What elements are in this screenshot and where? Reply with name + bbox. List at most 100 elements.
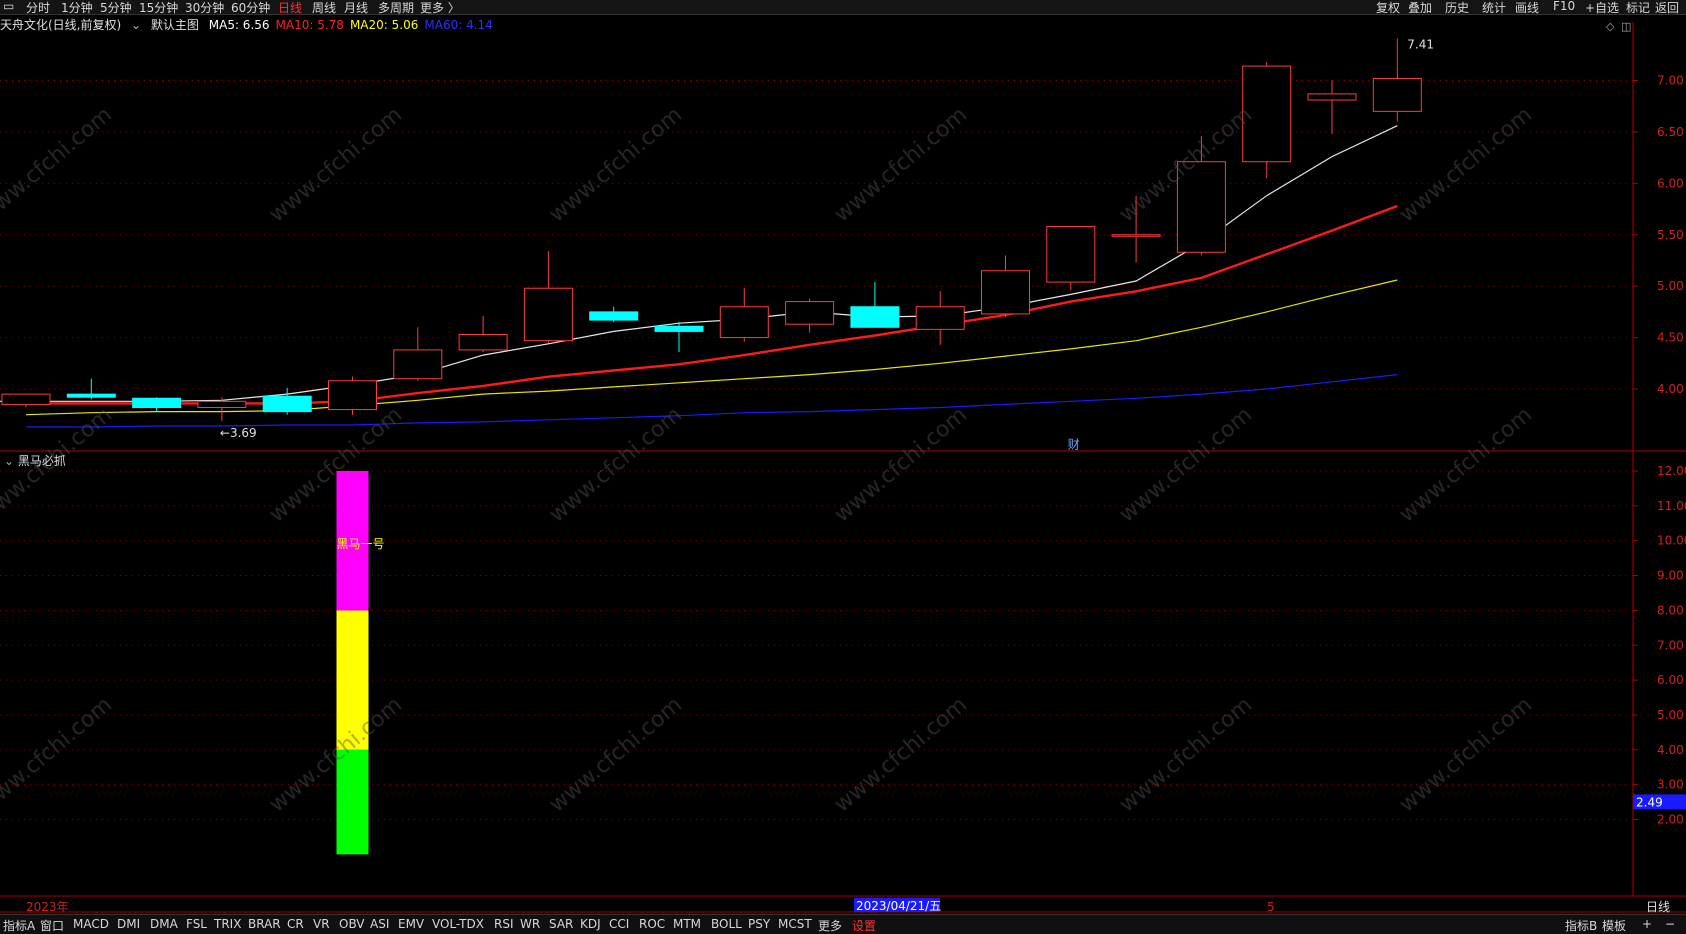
indicator-tab[interactable]: MTM <box>673 917 701 931</box>
indicator-tab[interactable]: 更多 <box>818 917 842 934</box>
y-tick-label: 9.00 <box>1657 569 1684 583</box>
current-value-label: 2.49 <box>1636 795 1663 809</box>
watermark: www.cfchi.com <box>1395 102 1537 227</box>
chart-canvas: 7.00 6.50 6.00 5.50 5.00 4.50 4.00 7.41 ←3.69 财 12… <box>0 20 1686 914</box>
indicator-tab[interactable]: BRAR <box>248 917 281 931</box>
watermark: www.cfchi.com <box>1115 692 1257 817</box>
indicator-tab[interactable]: MCST <box>778 917 812 931</box>
candle <box>589 311 639 321</box>
ma60-line <box>26 374 1398 428</box>
candle <box>197 400 247 409</box>
candle <box>1307 93 1357 101</box>
watermark: www.cfchi.com <box>830 102 972 227</box>
indicator-tab[interactable]: SAR <box>549 917 573 931</box>
candle <box>1046 226 1096 283</box>
high-price-label: 7.41 <box>1407 37 1434 51</box>
period-label: 日线 <box>1646 900 1670 914</box>
candle <box>1111 234 1161 237</box>
watermark: www.cfchi.com <box>830 692 972 817</box>
signal-label: 黑马一号 <box>337 537 385 551</box>
watermark: www.cfchi.com <box>1395 692 1537 817</box>
watermark: www.cfchi.com <box>265 692 407 817</box>
indicator-tab[interactable]: OBV <box>339 917 365 931</box>
watermark: www.cfchi.com <box>0 102 117 227</box>
y-tick-label: 3.00 <box>1657 778 1684 792</box>
candle <box>654 325 704 332</box>
indicator-tab[interactable]: RSI <box>494 917 514 931</box>
y-tick-label: 6.50 <box>1657 125 1684 139</box>
watermark: www.cfchi.com <box>545 692 687 817</box>
y-tick-label: 5.00 <box>1657 708 1684 722</box>
y-tick-label: 4.00 <box>1657 382 1684 396</box>
watermark: www.cfchi.com <box>0 692 117 817</box>
watermark: www.cfchi.com <box>545 102 687 227</box>
indicator-tab[interactable]: TRIX <box>214 917 241 931</box>
indicator-tab[interactable]: 设置 <box>852 917 876 934</box>
indicator-tab[interactable]: KDJ <box>580 917 601 931</box>
indicator-tab[interactable]: CCI <box>609 917 629 931</box>
candle <box>915 306 965 330</box>
candle <box>523 287 573 342</box>
candle <box>785 301 835 325</box>
y-tick-label: 12.00 <box>1657 464 1686 478</box>
y-tick-label: 8.00 <box>1657 603 1684 617</box>
y-tick-label: 6.00 <box>1657 176 1684 190</box>
watermark: www.cfchi.com <box>1395 402 1537 527</box>
watermark: www.cfchi.com <box>265 102 407 227</box>
low-price-label: ←3.69 <box>220 426 257 440</box>
indicator-tab[interactable]: ROC <box>639 917 665 931</box>
candle <box>393 349 443 380</box>
indicator-tab[interactable]: WR <box>520 917 540 931</box>
bottom-right-button[interactable]: 指标B <box>1565 917 1597 934</box>
candle <box>719 306 769 339</box>
y-tick-label: 4.00 <box>1657 743 1684 757</box>
indicator-tab[interactable]: DMI <box>117 917 140 931</box>
bottom-right-button[interactable]: − <box>1665 917 1675 931</box>
indicator-tab[interactable]: FSL <box>186 917 207 931</box>
y-tick-label: 5.00 <box>1657 279 1684 293</box>
candle <box>981 270 1030 315</box>
watermark: www.cfchi.com <box>545 402 687 527</box>
indicator-title-text: 黑马必抓 <box>17 454 66 468</box>
y-tick-label: 10.00 <box>1657 534 1686 548</box>
y-tick-label: 4.50 <box>1657 331 1684 345</box>
watermark: www.cfchi.com <box>1115 402 1257 527</box>
indicator-tab[interactable]: PSY <box>748 917 770 931</box>
y-tick-label: 11.00 <box>1657 499 1686 513</box>
watermark: www.cfchi.com <box>265 402 407 527</box>
diamond-icon: ◇ <box>1606 20 1615 33</box>
y-tick-label: 5.50 <box>1657 228 1684 242</box>
indicator-tab[interactable]: 窗口 <box>40 917 64 934</box>
indicator-tab[interactable]: BOLL <box>711 917 742 931</box>
indicator-tab[interactable]: MACD <box>73 917 109 931</box>
candle <box>1 393 51 405</box>
bottom-right-button[interactable]: + <box>1642 917 1652 931</box>
bottom-right-button[interactable]: 模板 <box>1602 917 1626 934</box>
chevron-down-icon: ⌄ <box>4 454 15 468</box>
candle <box>66 393 116 398</box>
candle <box>328 380 377 411</box>
candle <box>850 306 900 328</box>
candle <box>132 397 182 409</box>
watermark: www.cfchi.com <box>830 402 972 527</box>
bottom-indicator-bar: 指标A 窗口 MACD DMI DMA FSL TRIX BRAR CR VR OBV ASI EMV V… <box>0 914 1686 934</box>
indicator-title[interactable]: ⌄ 黑马必抓 <box>4 452 66 469</box>
indicator-tab[interactable]: ASI <box>370 917 389 931</box>
date-left-label: 2023年 <box>26 900 69 914</box>
window-icon: ◫ <box>1621 20 1631 33</box>
y-tick-label: 2.00 <box>1657 813 1684 827</box>
finance-marker: 财 <box>1068 437 1080 451</box>
indicator-tab[interactable]: CR <box>287 917 304 931</box>
indicator-tab[interactable]: VR <box>313 917 330 931</box>
y-tick-label: 7.00 <box>1657 638 1684 652</box>
indicator-tab[interactable]: EMV <box>398 917 424 931</box>
candle <box>262 395 312 413</box>
indicator-tab[interactable]: 指标A <box>3 917 35 934</box>
cursor-date-label: 2023/04/21/五 <box>856 899 941 913</box>
indicator-tab[interactable]: VOL-TDX <box>432 917 484 931</box>
indicator-tab[interactable]: DMA <box>150 917 178 931</box>
y-tick-label: 7.00 <box>1657 74 1684 88</box>
candle <box>1372 77 1422 112</box>
candle <box>458 333 508 351</box>
y-tick-label: 6.00 <box>1657 673 1684 687</box>
